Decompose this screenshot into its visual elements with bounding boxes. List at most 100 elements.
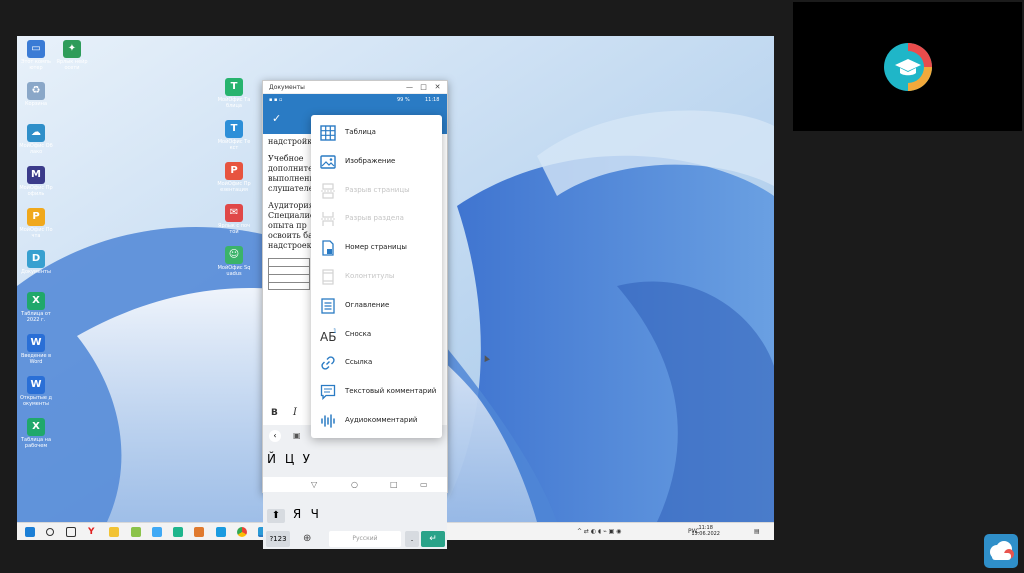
keyboard-toggle-icon[interactable]: ▭ xyxy=(420,477,428,492)
desktop-icon[interactable]: ☺ МойОфис Squadus xyxy=(217,246,251,277)
shift-icon[interactable]: ⬆ xyxy=(267,509,285,523)
keyboard-row-4: ?123 ⊕ Русский . ↵ xyxy=(263,529,447,549)
desktop-icon-label: Документы xyxy=(21,269,51,275)
chrome-icon[interactable] xyxy=(237,527,247,537)
maximize-button[interactable]: □ xyxy=(419,83,428,92)
word-doc-icon-2: W xyxy=(27,376,45,394)
screen: ▭ Этот компьютер ✦ Ярлык нейросети ♻ Корзина ☁… xyxy=(0,0,1024,573)
menu-item-footnote[interactable]: АБ 1 Сноска xyxy=(311,320,442,349)
desktop-icon[interactable]: W Введение в Word xyxy=(19,334,53,365)
desktop-icon[interactable]: P МойОфис Почта xyxy=(19,208,53,239)
desktop-icon-label: МойОфис Текст xyxy=(217,139,251,151)
menu-item-audio-comment[interactable]: Аудиокомментарий xyxy=(311,406,442,435)
menu-item-label: Текстовый комментарий xyxy=(345,387,437,396)
toc-icon xyxy=(321,298,335,314)
app-icon-taskbar-2[interactable] xyxy=(152,527,162,537)
desktop-icon[interactable]: P МойОфис Презентация xyxy=(217,162,251,193)
desktop-icon[interactable]: X Таблица на рабочем xyxy=(19,418,53,449)
recents-nav-icon[interactable]: □ xyxy=(390,477,398,492)
doc-line: надстроек н xyxy=(268,241,312,250)
desktop-icon-label: Таблица на рабочем xyxy=(20,437,52,449)
desktop-icon[interactable]: T МойОфис Таблица xyxy=(217,78,251,109)
doc-line: выполнени xyxy=(268,174,312,183)
menu-item-table[interactable]: Таблица xyxy=(311,118,442,147)
presentation-icon: P xyxy=(27,208,45,226)
link-icon xyxy=(321,356,335,370)
desktop-icon[interactable]: W Открытые документы xyxy=(19,376,53,407)
menu-item-label: Сноска xyxy=(345,329,372,338)
globe-icon[interactable]: ⊕ xyxy=(303,531,311,547)
desktop-icon[interactable]: M МойОфис Профиль xyxy=(19,166,53,197)
window-titlebar[interactable]: Документы — □ ✕ xyxy=(263,81,447,94)
back-icon[interactable]: ‹ xyxy=(269,430,281,442)
clipboard-icon[interactable]: ▣ xyxy=(293,430,301,442)
task-view-icon[interactable] xyxy=(66,527,76,537)
recycle-bin-icon: ♻ xyxy=(27,82,45,100)
audio-comment-icon xyxy=(321,414,335,428)
doc-line: Учебное xyxy=(268,154,304,163)
myoffice-mail-icon: ✉ xyxy=(225,204,243,222)
presenter-video-panel xyxy=(793,2,1022,131)
svg-text:1: 1 xyxy=(333,328,336,335)
desktop-icon[interactable]: X Таблица от 2022 г. xyxy=(19,292,53,323)
desktop-icon-label: МойОфис Профиль xyxy=(19,185,53,197)
desktop-icon[interactable]: ✦ Ярлык нейросети xyxy=(55,40,89,71)
window-title: Документы xyxy=(269,84,305,91)
desktop-icon[interactable]: D Документы xyxy=(19,250,53,275)
clock[interactable]: 11:18 15.06.2022 xyxy=(691,525,720,537)
yandex-browser-icon[interactable]: Y xyxy=(88,527,98,537)
period-key[interactable]: . xyxy=(405,531,419,547)
file-explorer-icon[interactable] xyxy=(109,527,119,537)
close-button[interactable]: ✕ xyxy=(433,83,442,92)
myoffice-present-icon: P xyxy=(225,162,243,180)
menu-item-image[interactable]: Изображение xyxy=(311,147,442,176)
clock-date: 15.06.2022 xyxy=(691,531,720,537)
space-key[interactable]: Русский xyxy=(329,531,401,547)
checkmark-icon[interactable]: ✓ xyxy=(272,113,281,125)
back-nav-icon[interactable]: ▽ xyxy=(311,477,317,492)
key[interactable]: У xyxy=(303,452,317,466)
start-icon[interactable] xyxy=(25,527,35,537)
cloud-icon xyxy=(990,541,1014,560)
desktop-icon[interactable]: ♻ Корзина xyxy=(19,82,53,107)
bold-button[interactable]: B xyxy=(271,403,278,423)
cloud-app-icon xyxy=(984,534,1018,568)
desktop-icon-label: МойОфис Почта xyxy=(19,227,53,239)
doc-line: надстройка xyxy=(268,137,312,146)
app-icon-taskbar-5[interactable] xyxy=(216,527,226,537)
key[interactable]: Ч xyxy=(311,507,325,521)
menu-item-text-comment[interactable]: Текстовый комментарий xyxy=(311,377,442,406)
desktop-icon[interactable]: ☁ МойОфис Облако xyxy=(19,124,53,155)
minimize-button[interactable]: — xyxy=(405,83,414,92)
app-icon-taskbar-4[interactable] xyxy=(194,527,204,537)
doc-line: дополнител xyxy=(268,164,312,173)
tray-icons[interactable]: ^ ⇄ ◐ ◖ ⌁ ▣ ◉ xyxy=(577,528,621,536)
desktop-icon[interactable]: ✉ Ярлык с почтой xyxy=(217,204,251,235)
search-icon[interactable] xyxy=(46,528,54,536)
desktop-icon-label: Таблица от 2022 г. xyxy=(21,311,51,323)
key[interactable]: Я xyxy=(293,507,307,521)
desktop-icon-label: МойОфис Презентация xyxy=(217,181,251,193)
key[interactable]: Й xyxy=(267,452,281,466)
italic-button[interactable]: I xyxy=(293,403,297,423)
enter-key[interactable]: ↵ xyxy=(421,531,445,547)
menu-item-toc[interactable]: Оглавление xyxy=(311,291,442,320)
app-icon-taskbar-3[interactable] xyxy=(173,527,183,537)
spreadsheet-icon: X xyxy=(27,292,45,310)
menu-item-label: Номер страницы xyxy=(345,243,407,252)
spreadsheet-icon-2: X xyxy=(27,418,45,436)
notification-icon[interactable]: ▤ xyxy=(754,528,760,536)
key[interactable]: Ц xyxy=(285,452,299,466)
menu-item-link[interactable]: Ссылка xyxy=(311,348,442,377)
home-nav-icon[interactable]: ○ xyxy=(351,477,358,492)
keyboard-row-1: Й Ц У xyxy=(267,452,317,466)
app-icon-taskbar-1[interactable] xyxy=(131,527,141,537)
doc-line: освоить ба xyxy=(268,231,312,240)
doc-line: Специалист xyxy=(268,211,312,220)
menu-item-page-number[interactable]: Номер страницы xyxy=(311,233,442,262)
desktop-icon[interactable]: ▭ Этот компьютер xyxy=(19,40,53,71)
doc-table[interactable] xyxy=(268,258,310,290)
symbols-key[interactable]: ?123 xyxy=(266,531,290,547)
desktop-icon-label: Корзина xyxy=(24,101,48,107)
desktop-icon[interactable]: T МойОфис Текст xyxy=(217,120,251,151)
